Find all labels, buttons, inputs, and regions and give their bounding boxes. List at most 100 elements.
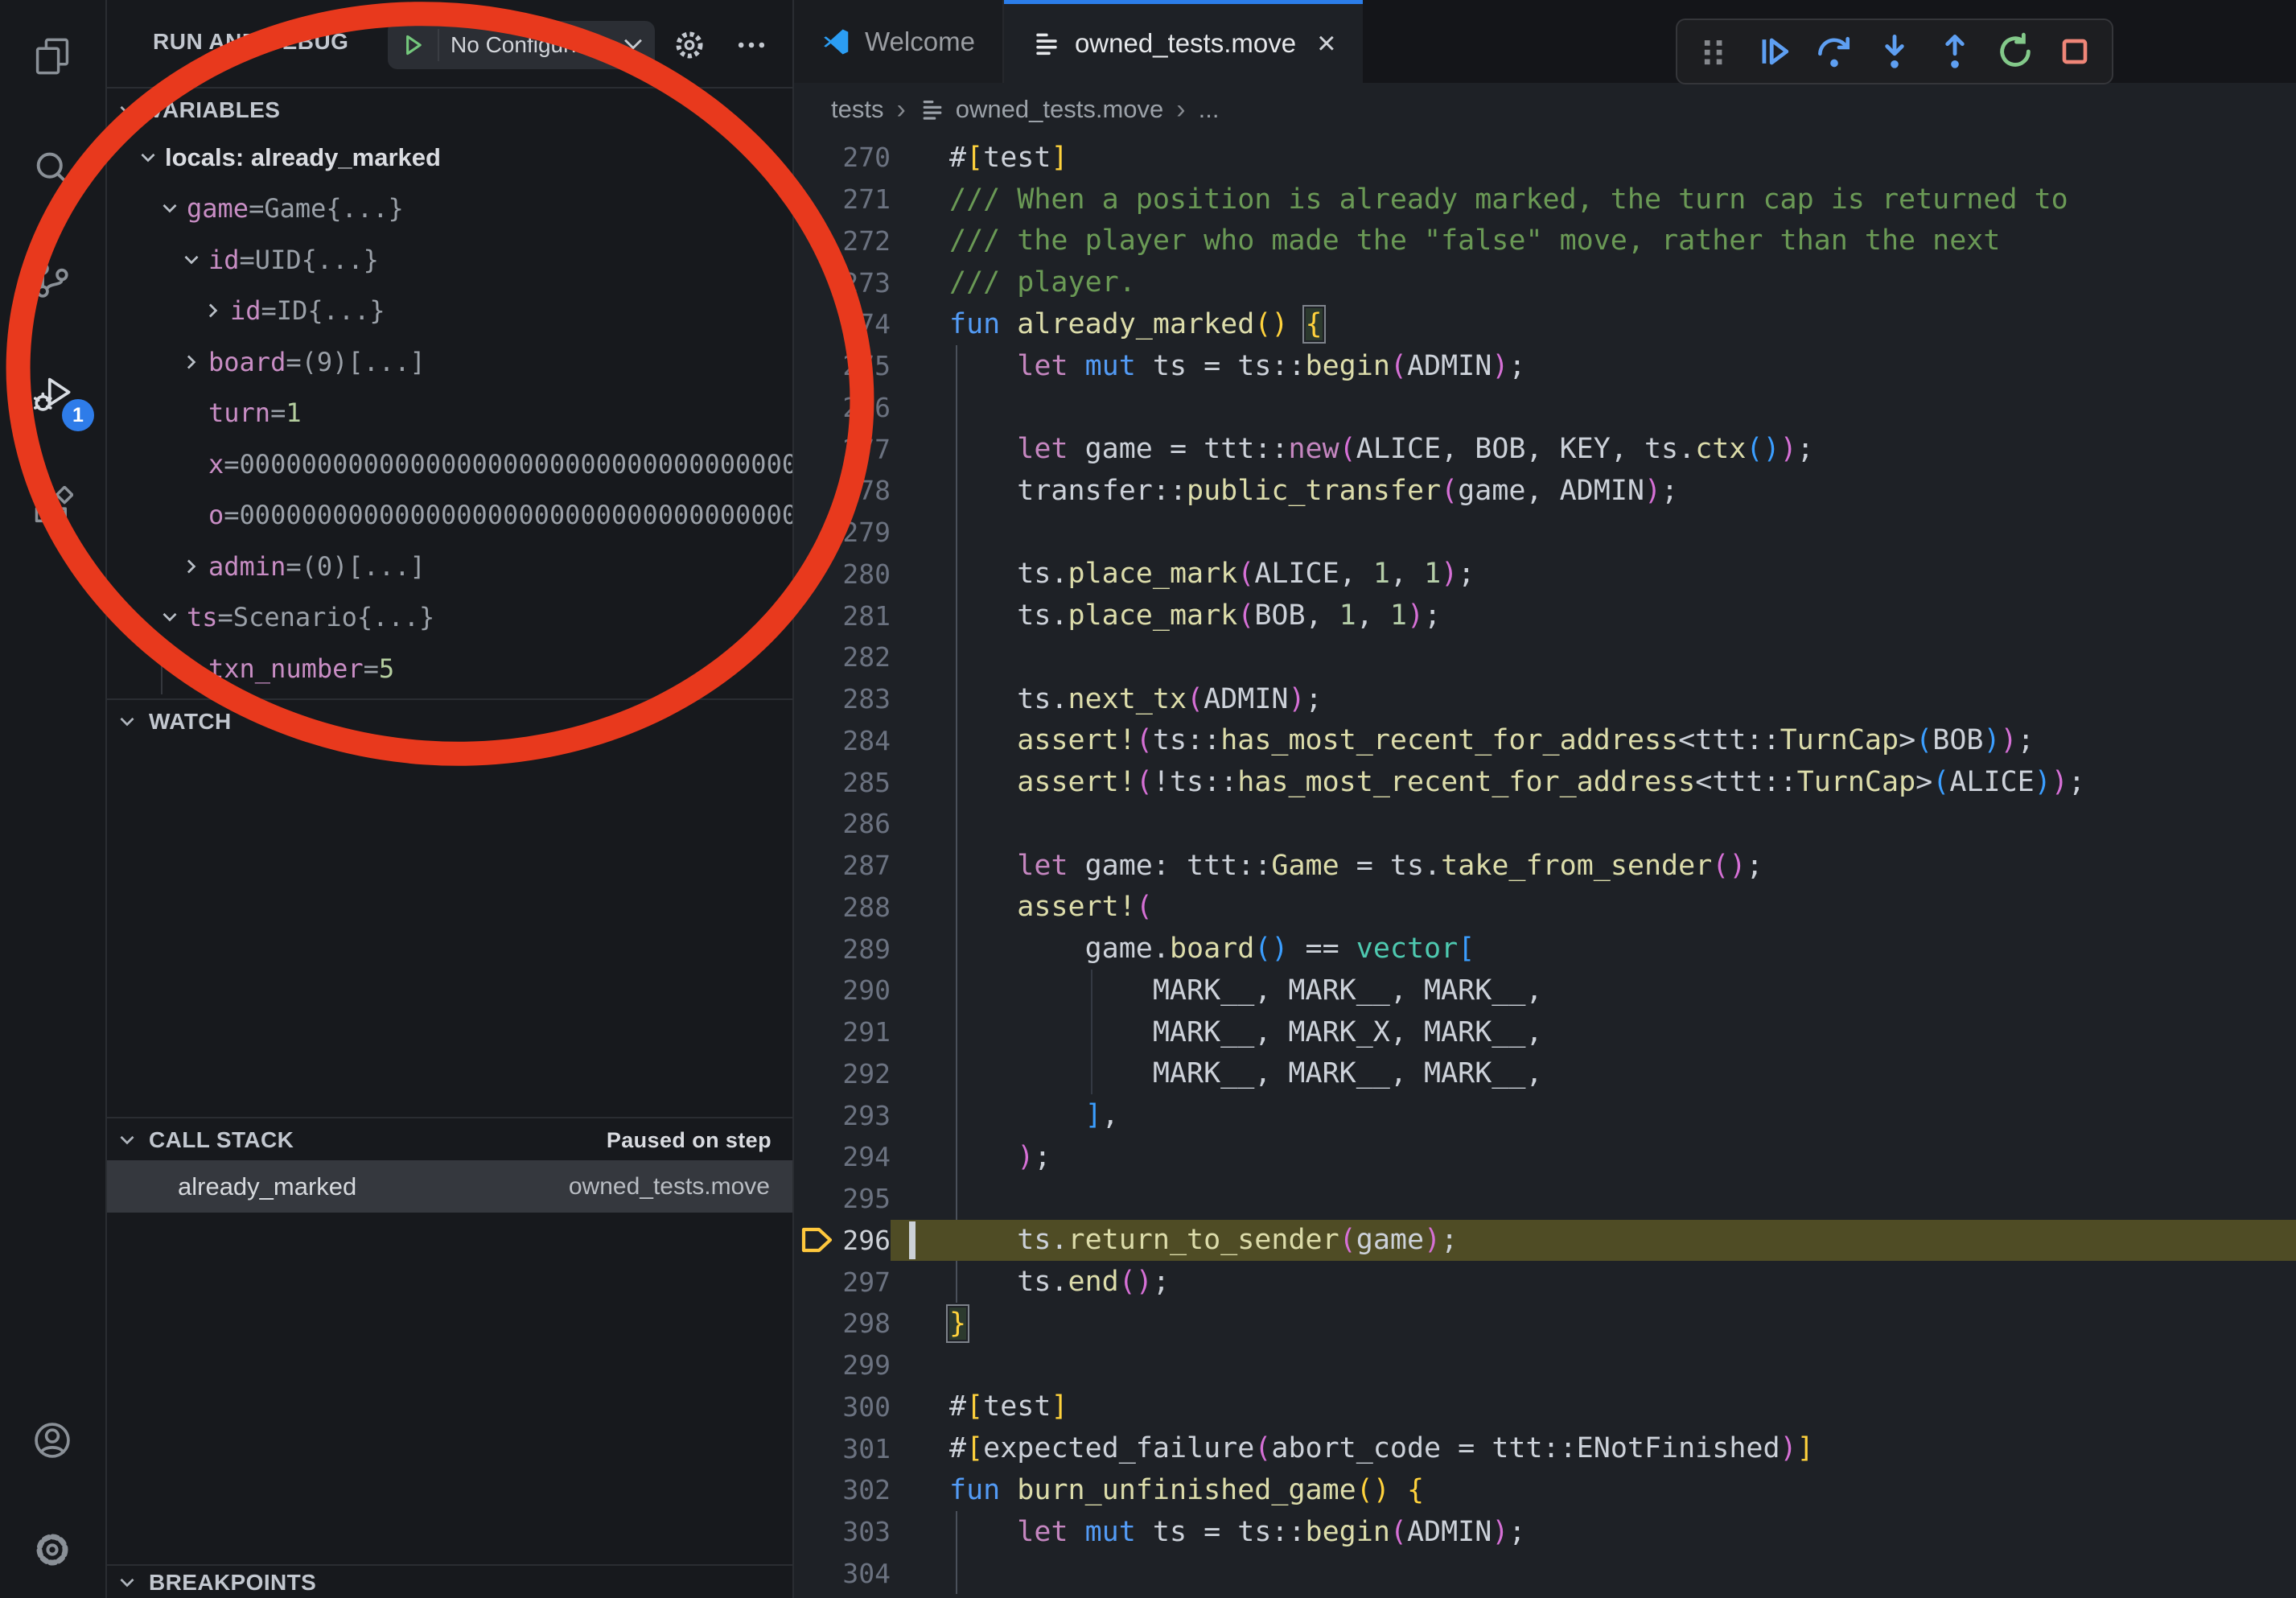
variable-row-board[interactable]: board = (9)[...] bbox=[105, 336, 792, 388]
code-line-270[interactable]: 270#[test] bbox=[794, 137, 2296, 179]
line-number[interactable]: 279 bbox=[841, 517, 891, 548]
line-number[interactable]: 303 bbox=[841, 1516, 891, 1547]
activity-item-source-control-icon[interactable] bbox=[0, 241, 104, 319]
variables-section-header[interactable]: VARIABLES bbox=[105, 87, 792, 132]
code-line-290[interactable]: 290 MARK__, MARK__, MARK__, bbox=[794, 970, 2296, 1011]
call-stack-frame[interactable]: already_markedowned_tests.move bbox=[105, 1160, 792, 1213]
line-number[interactable]: 275 bbox=[841, 350, 891, 381]
gutter[interactable] bbox=[794, 1178, 841, 1220]
line-number[interactable]: 274 bbox=[841, 308, 891, 340]
breadcrumb-item[interactable]: ... bbox=[1199, 95, 1220, 124]
gutter[interactable] bbox=[794, 636, 841, 678]
line-number[interactable]: 291 bbox=[841, 1016, 891, 1048]
variable-row-admin[interactable]: admin = (0)[...] bbox=[105, 541, 792, 592]
code-line-289[interactable]: 289 game.board() == vector[ bbox=[794, 928, 2296, 970]
restart-button[interactable] bbox=[1989, 26, 2041, 77]
stop-button[interactable] bbox=[2049, 26, 2101, 77]
breadcrumb-item[interactable]: tests bbox=[831, 95, 883, 124]
call-stack-section-header[interactable]: CALL STACK Paused on step bbox=[105, 1117, 792, 1162]
gutter[interactable] bbox=[794, 1136, 841, 1178]
code-line-285[interactable]: 285 assert!(!ts::has_most_recent_for_add… bbox=[794, 761, 2296, 803]
line-number[interactable]: 281 bbox=[841, 600, 891, 632]
gutter[interactable] bbox=[794, 470, 841, 512]
activity-item-settings-icon[interactable] bbox=[0, 1511, 104, 1588]
chevron-right-icon[interactable] bbox=[203, 300, 230, 321]
line-number[interactable]: 298 bbox=[841, 1308, 891, 1339]
code-line-301[interactable]: 301#[expected_failure(abort_code = ttt::… bbox=[794, 1427, 2296, 1469]
code-line-292[interactable]: 292 MARK__, MARK__, MARK__, bbox=[794, 1053, 2296, 1095]
gutter[interactable] bbox=[794, 1053, 841, 1095]
gutter[interactable] bbox=[794, 137, 841, 179]
variable-row-ts[interactable]: ts = Scenario{...} bbox=[105, 592, 792, 644]
line-number[interactable]: 300 bbox=[841, 1391, 891, 1423]
line-number[interactable]: 293 bbox=[841, 1100, 891, 1131]
code-editor[interactable]: 270#[test]271/// When a position is alre… bbox=[794, 137, 2296, 1594]
activity-item-account-icon[interactable] bbox=[0, 1402, 104, 1479]
continue-button[interactable] bbox=[1748, 26, 1800, 77]
start-debug-icon[interactable] bbox=[388, 29, 439, 61]
step-out-button[interactable] bbox=[1929, 26, 1981, 77]
code-line-277[interactable]: 277 let game = ttt::new(ALICE, BOB, KEY,… bbox=[794, 428, 2296, 470]
code-line-278[interactable]: 278 transfer::public_transfer(game, ADMI… bbox=[794, 470, 2296, 512]
gutter[interactable] bbox=[794, 220, 841, 262]
line-number[interactable]: 301 bbox=[841, 1433, 891, 1464]
gutter[interactable] bbox=[794, 387, 841, 429]
activity-item-extensions-icon[interactable] bbox=[0, 468, 104, 546]
gutter[interactable] bbox=[794, 845, 841, 887]
chevron-down-icon[interactable] bbox=[159, 607, 187, 628]
line-number[interactable]: 296 bbox=[841, 1225, 891, 1256]
gutter[interactable] bbox=[794, 303, 841, 345]
line-number[interactable]: 272 bbox=[841, 225, 891, 257]
breakpoints-section-header[interactable]: BREAKPOINTS bbox=[105, 1564, 792, 1598]
gutter[interactable] bbox=[794, 512, 841, 554]
line-number[interactable]: 302 bbox=[841, 1474, 891, 1505]
chevron-down-icon[interactable] bbox=[181, 249, 208, 270]
variable-row-id[interactable]: id = UID{...} bbox=[105, 234, 792, 286]
code-line-294[interactable]: 294 ); bbox=[794, 1136, 2296, 1178]
gutter[interactable] bbox=[794, 1469, 841, 1511]
chevron-right-icon[interactable] bbox=[181, 556, 208, 577]
watch-section-header[interactable]: WATCH bbox=[105, 698, 792, 743]
variable-row-game[interactable]: game = Game{...} bbox=[105, 183, 792, 235]
line-number[interactable]: 277 bbox=[841, 434, 891, 465]
code-line-273[interactable]: 273/// player. bbox=[794, 262, 2296, 303]
code-line-276[interactable]: 276 bbox=[794, 387, 2296, 429]
line-number[interactable]: 292 bbox=[841, 1058, 891, 1089]
line-number[interactable]: 276 bbox=[841, 392, 891, 423]
gutter[interactable] bbox=[794, 1386, 841, 1428]
tab-owned-tests-move[interactable]: owned_tests.move× bbox=[1004, 0, 1364, 83]
variable-row-x[interactable]: x = 000000000000000000000000000000000000… bbox=[105, 439, 792, 490]
gutter[interactable] bbox=[794, 928, 841, 970]
close-icon[interactable]: × bbox=[1317, 27, 1335, 60]
code-line-299[interactable]: 299 bbox=[794, 1345, 2296, 1386]
code-line-275[interactable]: 275 let mut ts = ts::begin(ADMIN); bbox=[794, 345, 2296, 387]
code-line-287[interactable]: 287 let game: ttt::Game = ts.take_from_s… bbox=[794, 845, 2296, 887]
breadcrumb-item[interactable]: owned_tests.move bbox=[956, 95, 1163, 124]
line-number[interactable]: 294 bbox=[841, 1141, 891, 1172]
code-line-279[interactable]: 279 bbox=[794, 512, 2296, 554]
code-line-298[interactable]: 298} bbox=[794, 1303, 2296, 1345]
gutter[interactable] bbox=[794, 554, 841, 595]
activity-item-explorer-icon[interactable] bbox=[0, 18, 104, 95]
variable-row-o[interactable]: o = 000000000000000000000000000000000000… bbox=[105, 490, 792, 542]
gutter[interactable] bbox=[794, 179, 841, 220]
gutter[interactable] bbox=[794, 262, 841, 303]
code-line-274[interactable]: 274fun already_marked() { bbox=[794, 303, 2296, 345]
line-number[interactable]: 282 bbox=[841, 641, 891, 673]
variable-row-turn[interactable]: turn = 1 bbox=[105, 388, 792, 439]
more-actions-icon[interactable] bbox=[727, 21, 776, 69]
code-line-271[interactable]: 271/// When a position is already marked… bbox=[794, 179, 2296, 220]
line-number[interactable]: 287 bbox=[841, 850, 891, 881]
activity-item-run-and-debug-icon[interactable]: 1 bbox=[0, 356, 104, 433]
code-line-296-current[interactable]: 296 ts.return_to_sender(game); bbox=[794, 1220, 2296, 1262]
code-line-293[interactable]: 293 ], bbox=[794, 1094, 2296, 1136]
line-number[interactable]: 289 bbox=[841, 933, 891, 965]
gutter[interactable] bbox=[794, 678, 841, 720]
line-number[interactable]: 285 bbox=[841, 767, 891, 798]
code-line-281[interactable]: 281 ts.place_mark(BOB, 1, 1); bbox=[794, 595, 2296, 636]
gutter[interactable] bbox=[794, 1011, 841, 1053]
code-line-283[interactable]: 283 ts.next_tx(ADMIN); bbox=[794, 678, 2296, 720]
code-line-286[interactable]: 286 bbox=[794, 803, 2296, 845]
code-line-297[interactable]: 297 ts.end(); bbox=[794, 1261, 2296, 1303]
chevron-down-icon[interactable] bbox=[159, 198, 187, 219]
